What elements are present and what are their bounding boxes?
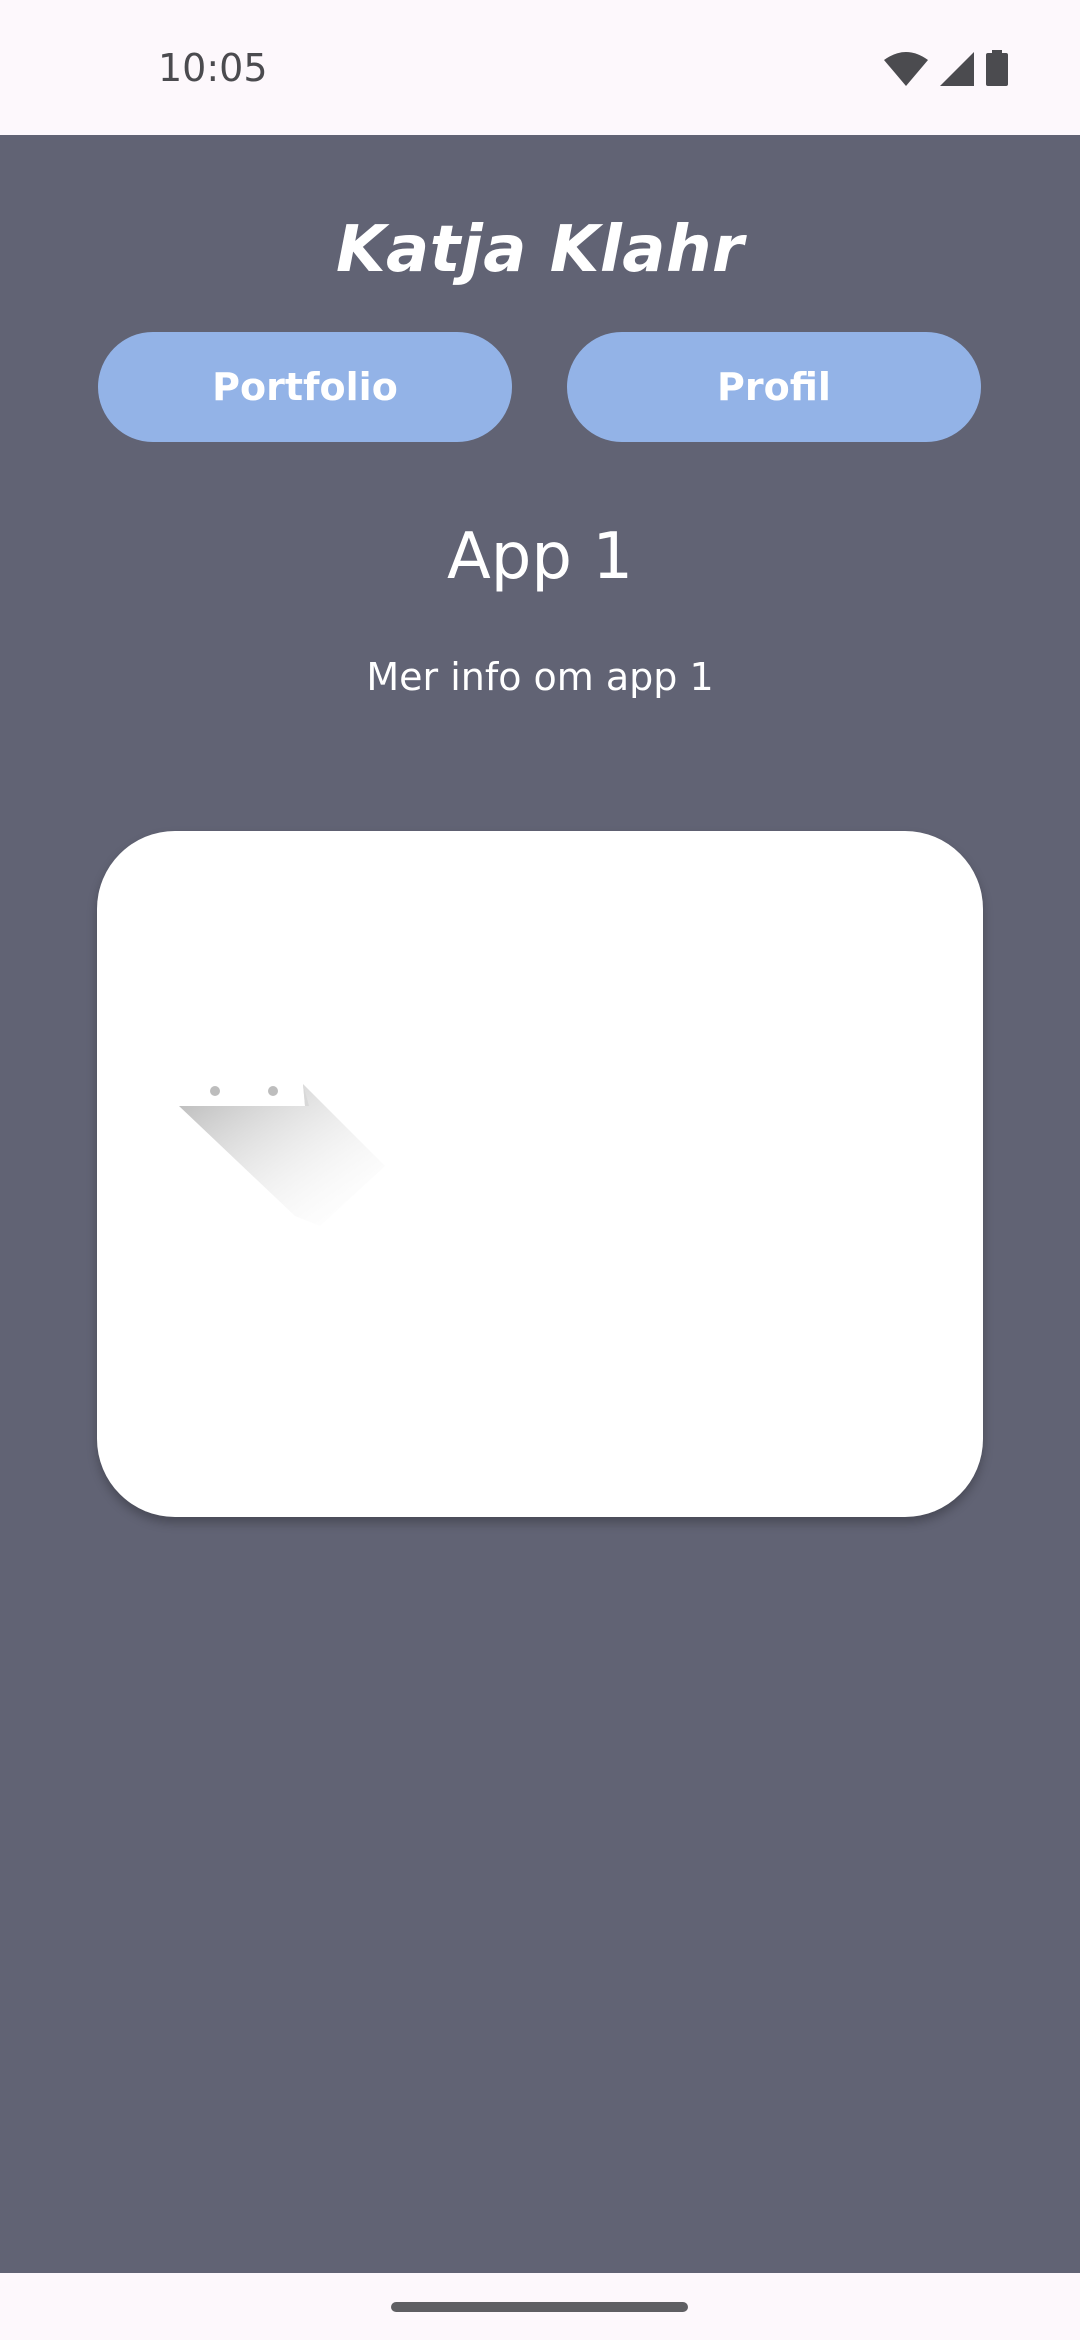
wifi-icon <box>884 52 928 86</box>
image-placeholder-icon <box>175 1066 395 1251</box>
section-heading: App 1 <box>446 520 634 594</box>
section-info: Mer info om app 1 <box>366 655 714 699</box>
app-title: Katja Klahr <box>335 213 745 287</box>
profil-button[interactable]: Profil <box>567 332 981 442</box>
system-nav-bar <box>0 2273 1080 2340</box>
status-icons <box>884 50 1008 86</box>
battery-icon <box>986 50 1008 86</box>
cell-signal-icon <box>940 52 974 86</box>
status-bar: 10:05 <box>0 0 1080 135</box>
app-area: Katja Klahr Portfolio Profil App 1 Mer i… <box>0 135 1080 2273</box>
portfolio-button[interactable]: Portfolio <box>98 332 512 442</box>
home-indicator[interactable] <box>391 2302 688 2312</box>
media-card[interactable] <box>97 831 983 1517</box>
status-time: 10:05 <box>158 46 268 90</box>
